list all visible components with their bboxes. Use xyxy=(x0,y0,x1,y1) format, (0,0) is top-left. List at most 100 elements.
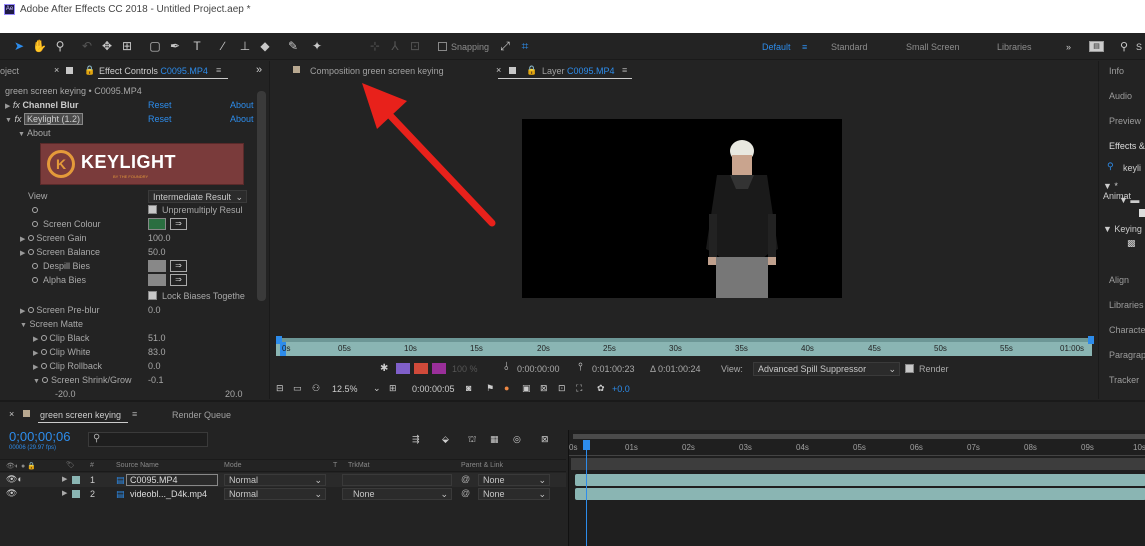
type-tool-icon[interactable]: T xyxy=(190,39,204,53)
clip-black-value[interactable]: 51.0 xyxy=(148,331,166,345)
frame-blending-icon[interactable]: ▦ xyxy=(490,434,499,445)
view-dropdown[interactable]: Intermediate Result ⌄ xyxy=(148,190,247,203)
screen-matte-row[interactable]: ▼ Screen Matte xyxy=(20,317,83,331)
workspace-small-screen[interactable]: Small Screen xyxy=(906,42,960,52)
brush-tool-icon[interactable]: ∕ xyxy=(216,39,230,53)
search-help-icon[interactable]: ▤ xyxy=(1089,41,1104,52)
character-panel-tab[interactable]: Character xyxy=(1109,325,1145,335)
eyedropper-icon[interactable]: ⇒ xyxy=(170,260,187,272)
comp-mini-flowchart-icon[interactable]: ⇶ xyxy=(412,434,420,445)
search-icon[interactable]: ⚲ xyxy=(1120,40,1128,53)
region-of-interest-icon[interactable]: ▣ xyxy=(522,383,531,394)
clip-white-value[interactable]: 83.0 xyxy=(148,345,166,359)
eyedropper-icon[interactable]: ⇒ xyxy=(170,274,187,286)
parent-header[interactable]: Parent & Link xyxy=(461,462,503,469)
puppet-pin-tool-icon[interactable]: ✦ xyxy=(310,39,324,53)
shrink-grow-value[interactable]: -0.1 xyxy=(148,373,164,387)
pen-tool-icon[interactable]: ✒ xyxy=(168,39,182,53)
transparency-grid-toggle-icon[interactable]: ⊠ xyxy=(540,383,548,394)
monitor-icon[interactable]: ▭ xyxy=(293,383,302,394)
time-out-value[interactable]: 0:01:00:23 xyxy=(592,364,635,374)
stopwatch-icon[interactable] xyxy=(32,263,38,269)
trkmat-dropdown[interactable]: None ⌄ xyxy=(342,488,452,500)
snapping-checkbox[interactable] xyxy=(438,42,447,51)
visibility-icon[interactable]: 👁◐ xyxy=(6,474,23,485)
comp-flowchart-icon[interactable]: ⊡ xyxy=(558,383,566,394)
screen-balance-value[interactable]: 50.0 xyxy=(148,245,166,259)
local-axis-icon[interactable]: ⊹ xyxy=(368,39,382,53)
set-in-icon[interactable]: ⫰ xyxy=(504,361,509,374)
keying-folder[interactable]: ▼ Keying xyxy=(1103,224,1142,234)
exposure-value[interactable]: +0.0 xyxy=(612,384,630,394)
tab-menu-icon[interactable]: ≡ xyxy=(622,65,627,75)
visibility-icon[interactable]: 👁 xyxy=(6,488,17,499)
about-row[interactable]: ▼ About xyxy=(18,126,50,140)
search-help-text[interactable]: S xyxy=(1136,42,1142,52)
preview-panel-tab[interactable]: Preview xyxy=(1109,116,1141,126)
alpha-channel-icon[interactable] xyxy=(432,363,446,374)
show-snapshot-icon[interactable]: ⚑ xyxy=(486,383,494,394)
screen-gain-value[interactable]: 100.0 xyxy=(148,231,171,245)
motion-blur-icon[interactable]: ◎ xyxy=(513,434,521,445)
shrink-grow-row[interactable]: ▼ Screen Shrink/Grow xyxy=(33,373,132,387)
graph-editor-icon[interactable]: ⊠ xyxy=(541,434,549,445)
time-ruler[interactable] xyxy=(276,342,1092,356)
draft-3d-icon[interactable]: ⬙ xyxy=(442,434,449,445)
effects-search-input[interactable]: keyli xyxy=(1123,163,1145,173)
panel-menu-icon[interactable] xyxy=(66,67,73,74)
tab-menu-icon[interactable]: ≡ xyxy=(216,65,221,75)
stopwatch-icon[interactable] xyxy=(32,207,38,213)
despill-bias-swatch[interactable] xyxy=(148,260,166,272)
eraser-tool-icon[interactable]: ◆ xyxy=(258,39,272,53)
time-navigator[interactable] xyxy=(573,434,1145,439)
snapshot-icon[interactable]: ◙ xyxy=(466,383,471,393)
timeline-search-input[interactable]: ⚲ xyxy=(88,432,208,447)
parent-dropdown[interactable]: None ⌄ xyxy=(478,488,550,500)
lock-icon[interactable]: 🔒 xyxy=(84,65,95,76)
workspace-menu-icon[interactable]: ≡ xyxy=(802,42,807,52)
table-row[interactable]: 👁 ▶ 2 ▤ videobl..._D4k.mp4 Normal ⌄ None ⌄… xyxy=(0,487,566,501)
tab-menu-icon[interactable]: ≡ xyxy=(132,409,137,419)
stopwatch-icon[interactable] xyxy=(32,221,38,227)
transparency-grid-icon[interactable] xyxy=(414,363,428,374)
zoom-tool-icon[interactable]: ⚲ xyxy=(53,39,67,53)
camera-tool-icon[interactable]: ✥ xyxy=(100,39,114,53)
reset-exposure-icon[interactable]: ✿ xyxy=(597,383,605,394)
expand-panels-icon[interactable]: » xyxy=(256,64,262,76)
work-area-end-icon[interactable] xyxy=(1088,336,1094,344)
timecode-display[interactable]: 0;00;00;06 xyxy=(9,429,70,444)
pick-whip-icon[interactable]: @ xyxy=(461,488,470,498)
panel-menu-icon[interactable] xyxy=(509,67,516,74)
zoom-dropdown-icon[interactable]: ⌄ xyxy=(373,383,381,394)
clip-rollback-value[interactable]: 0.0 xyxy=(148,359,161,373)
color-channel-icon[interactable]: ● xyxy=(504,383,509,393)
set-out-icon[interactable]: ⫯ xyxy=(578,361,583,374)
source-name-header[interactable]: Source Name xyxy=(116,462,159,469)
screen-gain-row[interactable]: ▶ Screen Gain xyxy=(20,231,86,245)
effect-controls-tab[interactable]: Effect Controls C0095.MP4 xyxy=(99,66,208,76)
close-tab-icon[interactable]: × xyxy=(54,65,59,75)
label-color-icon[interactable] xyxy=(72,490,80,498)
clip-rollback-row[interactable]: ▶ Clip Rollback xyxy=(33,359,102,373)
view-mode-dropdown[interactable]: Advanced Spill Suppressor ⌄ xyxy=(753,362,900,376)
layer-1-track[interactable] xyxy=(575,474,1145,486)
rotate-tool-icon[interactable]: ↶ xyxy=(80,39,94,53)
workspace-libraries[interactable]: Libraries xyxy=(997,42,1032,52)
t-header[interactable]: T xyxy=(333,462,337,469)
mode-dropdown[interactable]: Normal ⌄ xyxy=(224,474,326,486)
layer-controls-icon[interactable] xyxy=(396,363,410,374)
pick-whip-icon[interactable]: @ xyxy=(461,474,470,484)
close-tab-icon[interactable]: × xyxy=(9,409,14,419)
more-workspaces-icon[interactable]: » xyxy=(1066,42,1071,52)
screen-balance-row[interactable]: ▶ Screen Balance xyxy=(20,245,100,259)
mode-dropdown[interactable]: Normal ⌄ xyxy=(224,488,326,500)
search-icon[interactable]: ⚲ xyxy=(1107,161,1114,172)
view-axis-icon[interactable]: ⊡ xyxy=(408,39,422,53)
layer-tab[interactable]: Layer C0095.MP4 xyxy=(542,66,615,76)
world-axis-icon[interactable]: ⅄ xyxy=(388,39,402,53)
zoom-value[interactable]: 12.5% xyxy=(332,384,358,394)
timeline-tab[interactable]: green screen keying xyxy=(40,410,121,420)
screen-colour-swatch[interactable] xyxy=(148,218,166,230)
fast-previews-icon[interactable]: ⛶ xyxy=(576,383,582,394)
screen-preblur-row[interactable]: ▶ Screen Pre-blur xyxy=(20,303,99,317)
